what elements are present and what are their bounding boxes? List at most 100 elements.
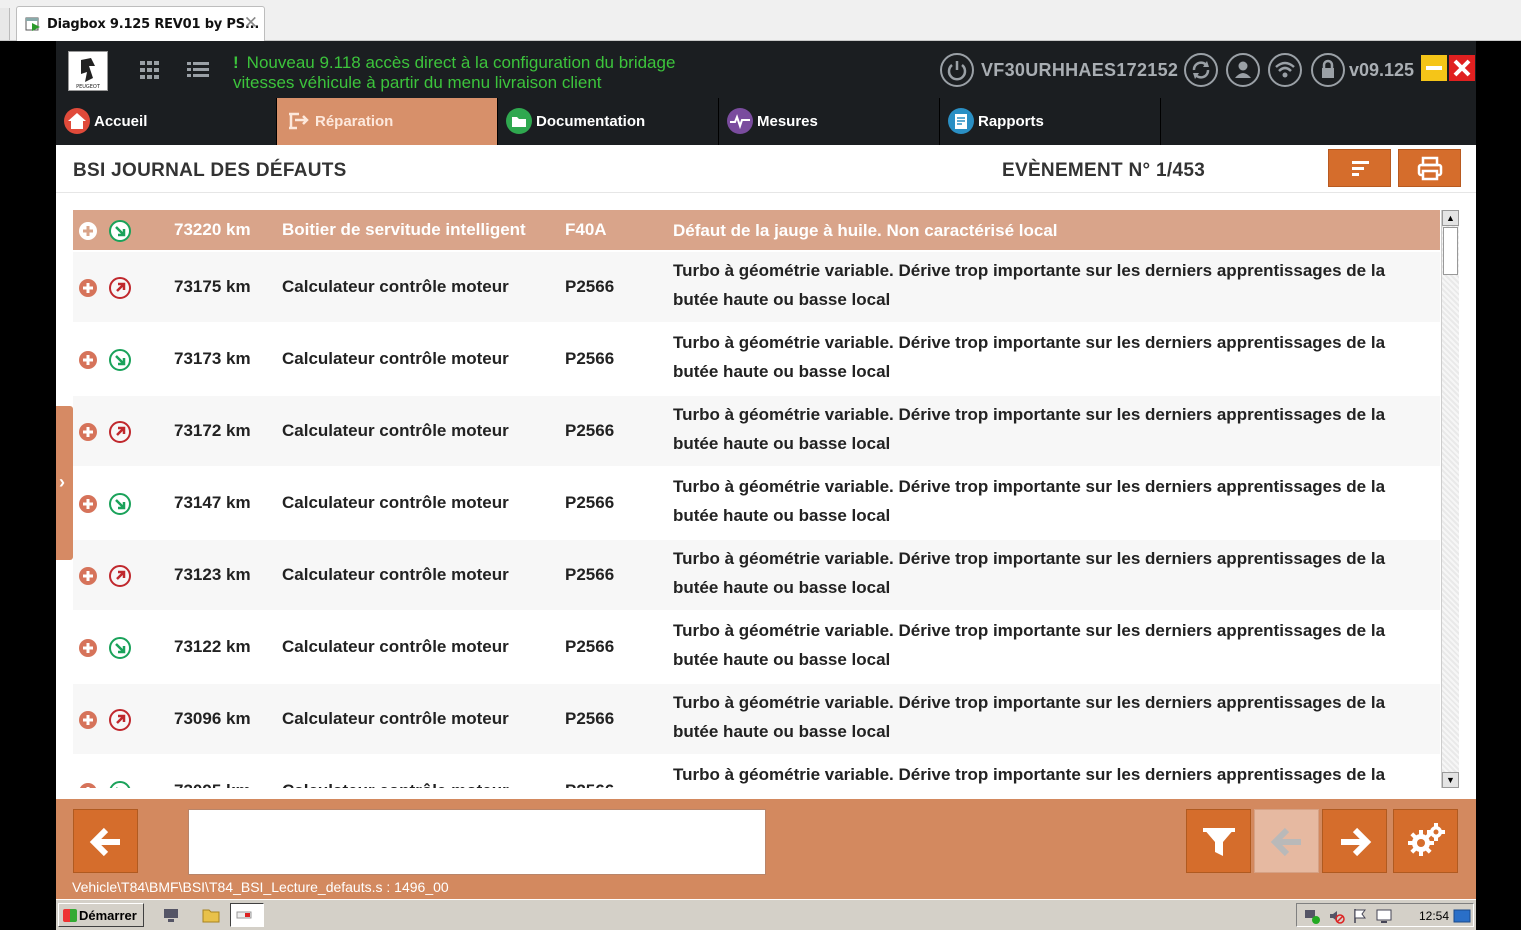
fault-description-line1: Défaut de la jauge à huile. Non caractér… <box>673 221 1058 240</box>
fault-code: P2566 <box>565 637 615 656</box>
news-line-1: Nouveau 9.118 accès direct à la configur… <box>246 53 676 72</box>
footer-bar: Vehicle\T84\BMF\BSI\T84_BSI_Lecture_defa… <box>56 799 1476 899</box>
expand-icon[interactable] <box>79 222 97 240</box>
print-button[interactable] <box>1398 149 1461 187</box>
network-icon[interactable] <box>1303 907 1321 925</box>
fault-description-line2: butée haute ou basse local <box>673 650 891 669</box>
diagbox-app: PEUGEOT ! Nouveau 9.118 accès direct à la… <box>56 41 1476 899</box>
vehicle-vin: VF30URHHAES172152 <box>981 60 1179 80</box>
fault-description-line1: Turbo à géométrie variable. Dérive trop … <box>673 261 1386 280</box>
taskbar-app-button[interactable] <box>230 903 264 927</box>
expand-icon[interactable] <box>79 423 97 441</box>
fault-code: P2566 <box>565 349 615 368</box>
script-path: Vehicle\T84\BMF\BSI\T84_BSI_Lecture_defa… <box>72 879 449 895</box>
browser-tab[interactable]: Diagbox 9.125 REV01 by PS... ✕ <box>16 6 265 41</box>
fault-row[interactable]: 73173 km Calculateur contrôle moteur P2566… <box>73 324 1440 395</box>
fault-code: P2566 <box>565 277 615 296</box>
volume-muted-icon[interactable] <box>1327 907 1345 925</box>
quicklaunch-computer-icon[interactable] <box>162 906 180 924</box>
filter-button[interactable] <box>1186 809 1251 873</box>
fault-row[interactable]: 73122 km Calculateur contrôle moteur P2566… <box>73 612 1440 683</box>
fault-row[interactable]: 73095 km Calculateur contrôle moteur P2566… <box>73 756 1440 788</box>
settings-button[interactable] <box>1393 809 1458 873</box>
fault-description-line1: Turbo à géométrie variable. Dérive trop … <box>673 405 1386 424</box>
app-window-icon <box>25 17 40 31</box>
fault-code: F40A <box>565 220 607 239</box>
news-line-2: vitesses véhicule à partir du menu livra… <box>233 73 602 92</box>
filter-icon <box>1203 828 1235 856</box>
show-desktop-icon[interactable] <box>1453 908 1471 924</box>
scroll-up-icon[interactable]: ▲ <box>1442 210 1459 226</box>
fault-row[interactable]: 73123 km Calculateur contrôle moteur P2566… <box>73 540 1440 611</box>
fault-description-line2: butée haute ou basse local <box>673 506 891 525</box>
fault-ecu: Calculateur contrôle moteur <box>282 565 509 584</box>
fault-description-line1: Turbo à géométrie variable. Dérive trop … <box>673 693 1386 712</box>
quicklaunch-folder-icon[interactable] <box>201 906 221 924</box>
fault-ecu: Calculateur contrôle moteur <box>282 709 509 728</box>
fault-row[interactable]: 73175 km Calculateur contrôle moteur P2566… <box>73 252 1440 323</box>
fault-disappear-icon <box>109 277 131 299</box>
fault-ecu: Calculateur contrôle moteur <box>282 421 509 440</box>
action-center-flag-icon[interactable] <box>1351 907 1369 925</box>
arrow-left-icon <box>89 827 120 857</box>
fault-description: Turbo à géométrie variable. Dérive trop … <box>673 688 1423 746</box>
home-icon <box>64 108 90 134</box>
fault-ecu: Boitier de servitude intelligent <box>282 220 526 239</box>
back-button[interactable] <box>73 809 138 873</box>
tab-mesures-label: Mesures <box>757 113 818 130</box>
tab-mesures[interactable]: Mesures <box>719 98 940 145</box>
page-titlebar: BSI JOURNAL DES DÉFAUTS EVÈNEMENT N° 1/4… <box>56 145 1476 193</box>
expand-icon[interactable] <box>79 495 97 513</box>
tab-accueil[interactable]: Accueil <box>56 98 277 145</box>
fault-ecu: Calculateur contrôle moteur <box>282 781 509 788</box>
expand-icon[interactable] <box>79 783 97 788</box>
fault-code: P2566 <box>565 781 614 788</box>
lock-icon[interactable] <box>1311 53 1345 87</box>
expand-icon[interactable] <box>79 567 97 585</box>
sort-button[interactable] <box>1328 149 1391 187</box>
start-button[interactable]: Démarrer <box>58 903 144 927</box>
scroll-thumb[interactable] <box>1443 227 1458 275</box>
user-icon[interactable] <box>1226 53 1260 87</box>
fault-disappear-icon <box>109 421 131 443</box>
peugeot-logo[interactable]: PEUGEOT <box>68 51 108 91</box>
fault-appear-icon <box>109 781 131 788</box>
expand-icon[interactable] <box>79 279 97 297</box>
close-tab-icon[interactable]: ✕ <box>244 13 258 33</box>
fault-appear-icon <box>109 637 131 659</box>
list-view-icon[interactable] <box>187 61 209 79</box>
tab-rapports[interactable]: Rapports <box>940 98 1161 145</box>
expand-icon[interactable] <box>79 351 97 369</box>
app-header: PEUGEOT ! Nouveau 9.118 accès direct à la… <box>56 41 1476 98</box>
fault-row[interactable]: 73172 km Calculateur contrôle moteur P2566… <box>73 396 1440 467</box>
pulse-icon <box>727 108 753 134</box>
fault-row[interactable]: 73096 km Calculateur contrôle moteur P2566… <box>73 684 1440 755</box>
expand-icon[interactable] <box>79 711 97 729</box>
grid-view-icon[interactable] <box>140 61 160 79</box>
fault-ecu: Calculateur contrôle moteur <box>282 349 509 368</box>
sync-icon[interactable] <box>1184 53 1218 87</box>
tab-scroll-left[interactable] <box>0 8 10 40</box>
main-nav: Accueil Réparation Documentation Mesures… <box>56 98 1476 145</box>
wrench-icon <box>285 108 311 134</box>
close-app-button[interactable] <box>1449 55 1475 81</box>
tab-reparation[interactable]: Réparation <box>277 98 498 145</box>
next-button[interactable] <box>1322 809 1387 873</box>
fault-row[interactable]: 73220 km Boitier de servitude intelligent… <box>73 210 1440 251</box>
minimize-button[interactable] <box>1421 55 1447 81</box>
gears-icon <box>1408 823 1445 856</box>
fault-list-scrollbar[interactable]: ▲ ▼ <box>1441 210 1459 788</box>
fault-km: 73172 km <box>174 421 251 440</box>
fault-row[interactable]: 73147 km Calculateur contrôle moteur P2566… <box>73 468 1440 539</box>
expand-icon[interactable] <box>79 639 97 657</box>
fault-code: P2566 <box>565 565 615 584</box>
power-icon[interactable] <box>940 53 974 87</box>
fault-code: P2566 <box>565 493 615 512</box>
previous-button[interactable] <box>1254 809 1319 873</box>
side-panel-toggle[interactable]: › <box>56 406 73 560</box>
scroll-down-icon[interactable]: ▼ <box>1442 772 1459 788</box>
wifi-icon[interactable] <box>1268 53 1302 87</box>
tab-documentation[interactable]: Documentation <box>498 98 719 145</box>
alert-icon: ! <box>233 53 239 72</box>
display-icon[interactable] <box>1375 907 1393 925</box>
